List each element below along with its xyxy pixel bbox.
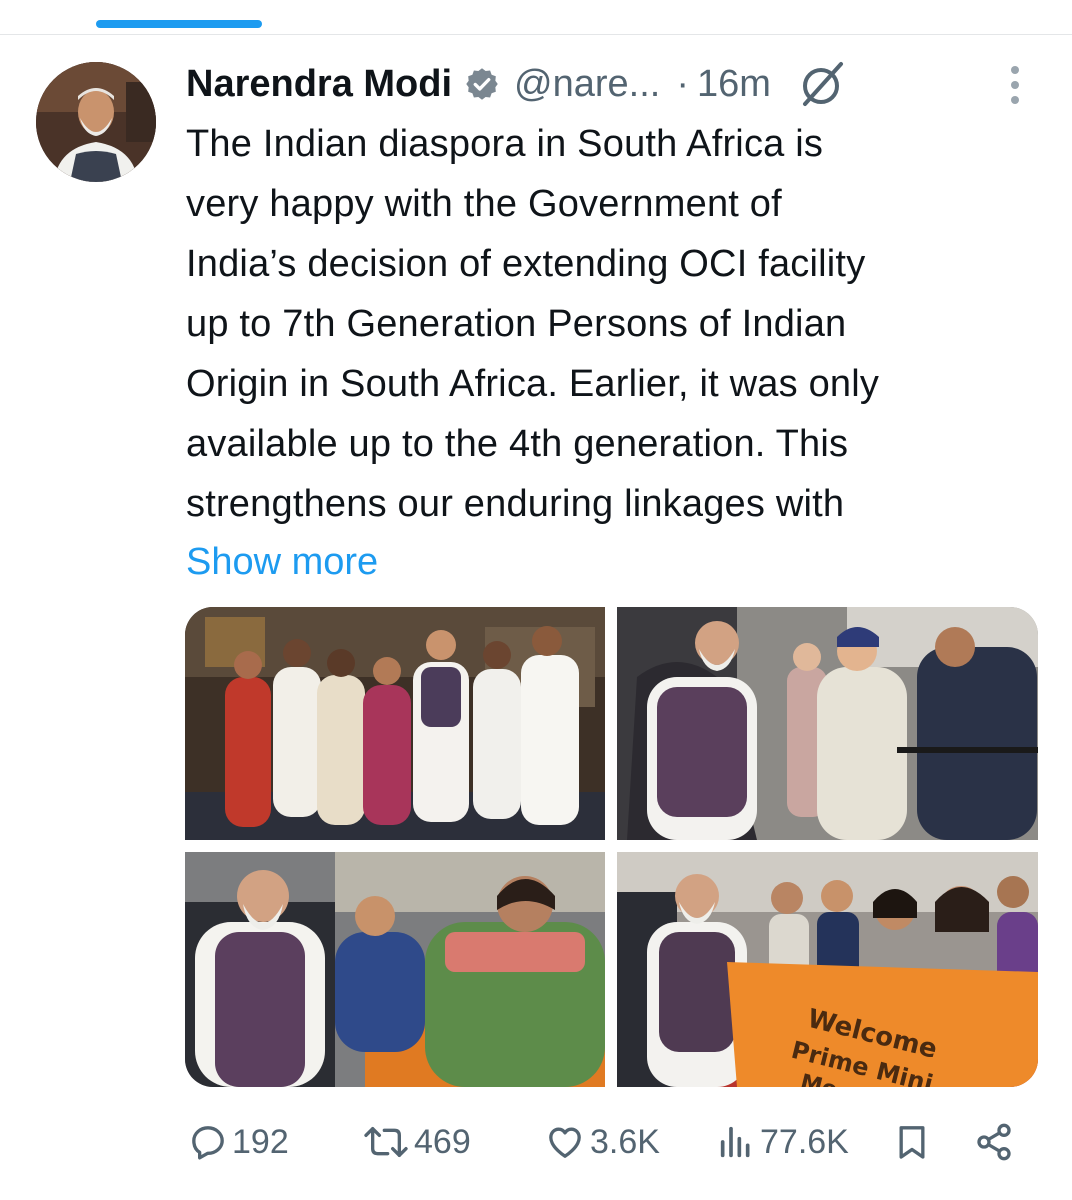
tweet-text-line: India’s decision of extending OCI facili…: [186, 243, 866, 285]
photo-welcome-banner[interactable]: Welcome Prime Mini Mo: [617, 852, 1038, 1087]
separator-dot: ·: [676, 62, 690, 105]
share-button[interactable]: [972, 1112, 1016, 1172]
reply-icon: [192, 1126, 224, 1160]
tweet-text-line: Origin in South Africa. Earlier, it was …: [186, 363, 880, 405]
tweet-text-line: strengthens our enduring linkages with: [186, 483, 845, 525]
tab-active-indicator: [96, 20, 262, 28]
share-icon: [977, 1123, 1011, 1161]
author-name[interactable]: Narendra Modi: [186, 63, 452, 106]
repost-icon: [364, 1127, 408, 1157]
verified-badge-icon: [464, 66, 500, 102]
photo-group-portrait[interactable]: [185, 607, 605, 840]
repost-count: 469: [414, 1122, 471, 1161]
tweet-text-line: up to 7th Generation Persons of Indian: [186, 303, 847, 345]
repost-button[interactable]: 469: [362, 1112, 471, 1172]
photo-namaste-crowd[interactable]: [185, 852, 605, 1087]
reply-button[interactable]: 192: [188, 1112, 289, 1172]
grok-icon[interactable]: [797, 58, 849, 110]
more-options-icon[interactable]: [1004, 64, 1026, 108]
like-button[interactable]: 3.6K: [544, 1112, 660, 1172]
bookmark-button[interactable]: [892, 1112, 932, 1172]
views-icon: [720, 1126, 750, 1158]
heart-icon: [549, 1127, 581, 1158]
tweet-text-line: very happy with the Government of: [186, 183, 782, 225]
bookmark-icon: [899, 1126, 925, 1159]
timestamp[interactable]: 16m: [697, 63, 771, 106]
photo-greeting[interactable]: [617, 607, 1038, 840]
divider: [0, 34, 1072, 35]
tweet-header: Narendra Modi @nare... · 16m: [186, 56, 986, 112]
media-grid: Welcome Prime Mini Mo: [185, 607, 1038, 1087]
tweet-actions: 192 469 3.6K 77.6K: [186, 1112, 1026, 1172]
reply-count: 192: [232, 1122, 289, 1161]
views-button[interactable]: 77.6K: [716, 1112, 849, 1172]
tweet-text-line: available up to the 4th generation. This: [186, 423, 849, 465]
view-count: 77.6K: [760, 1122, 849, 1161]
show-more-link[interactable]: Show more: [186, 532, 378, 592]
tweet-text-line: The Indian diaspora in South Africa is: [186, 123, 824, 165]
like-count: 3.6K: [590, 1122, 660, 1161]
author-handle[interactable]: @nare...: [514, 63, 660, 106]
tweet-text: The Indian diaspora in South Africa is v…: [186, 114, 1036, 534]
avatar[interactable]: [36, 62, 156, 182]
